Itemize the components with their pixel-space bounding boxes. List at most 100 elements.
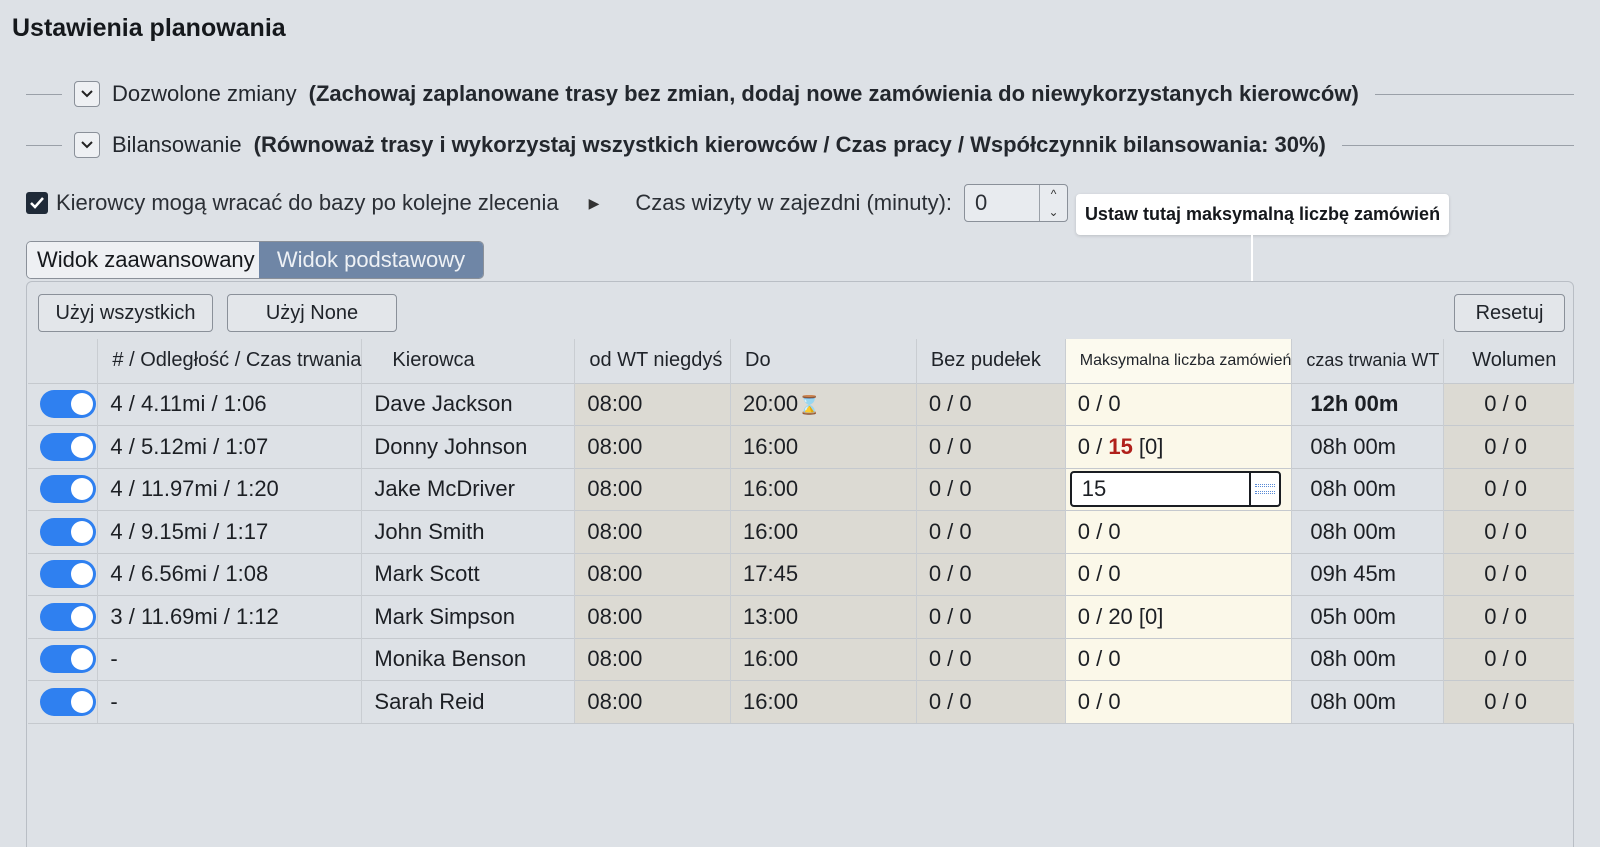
to-cell[interactable]: 16:00 xyxy=(730,637,917,681)
from-cell[interactable]: 08:00 xyxy=(574,425,731,468)
from-cell[interactable]: 08:00 xyxy=(574,510,731,553)
divider xyxy=(1374,93,1574,95)
toggle-cell xyxy=(28,552,98,596)
header-route[interactable]: # / Odległość / Czas trwania xyxy=(97,339,362,383)
table-row: 4 / 5.12mi / 1:07 Donny Johnson 08:00 16… xyxy=(28,425,1574,468)
max-orders-input[interactable]: 15 xyxy=(1069,471,1281,508)
header-no-boxes[interactable]: Bez pudełek xyxy=(915,339,1066,383)
driver-enabled-toggle[interactable] xyxy=(40,602,96,631)
to-cell[interactable]: 16:00 xyxy=(730,680,917,724)
tab-advanced-view[interactable]: Widok zaawansowany xyxy=(27,242,259,278)
from-cell[interactable]: 08:00 xyxy=(574,467,731,511)
no-boxes-cell[interactable]: 0 / 0 xyxy=(915,510,1066,553)
volume-cell[interactable]: 0 / 0 xyxy=(1443,425,1574,468)
driver-enabled-toggle[interactable] xyxy=(40,475,96,504)
from-cell[interactable]: 08:00 xyxy=(574,552,731,596)
driver-cell: John Smith xyxy=(361,510,575,553)
volume-cell[interactable]: 0 / 0 xyxy=(1443,510,1574,553)
no-boxes-cell[interactable]: 0 / 0 xyxy=(915,637,1066,681)
max-orders-limit: 15 xyxy=(1108,433,1133,459)
section-label[interactable]: Dozwolone zmiany xyxy=(112,81,297,107)
volume-cell[interactable]: 0 / 0 xyxy=(1443,467,1574,511)
no-boxes-cell[interactable]: 0 / 0 xyxy=(915,425,1066,468)
caret-right-icon[interactable]: ▶ xyxy=(589,195,600,212)
from-cell[interactable]: 08:00 xyxy=(574,637,731,681)
number-spinner[interactable]: ^ ⌄ xyxy=(1039,185,1067,221)
header-duration[interactable]: czas trwania WT xyxy=(1291,339,1444,383)
driver-enabled-toggle[interactable] xyxy=(40,687,96,716)
chevron-down-icon[interactable]: ⌄ xyxy=(1049,205,1059,219)
divider xyxy=(1341,144,1574,146)
from-cell[interactable]: 08:00 xyxy=(574,680,731,724)
volume-cell[interactable]: 0 / 0 xyxy=(1443,595,1574,638)
driver-enabled-toggle[interactable] xyxy=(40,517,96,546)
driver-enabled-toggle[interactable] xyxy=(40,432,96,461)
max-orders-cell[interactable]: 0 / 0 xyxy=(1064,637,1292,681)
chevron-down-icon[interactable] xyxy=(74,132,100,158)
volume-cell[interactable]: 0 / 0 xyxy=(1443,552,1574,596)
duration-cell: 08h 00m xyxy=(1291,510,1444,553)
max-orders-value: 0 / 0 xyxy=(1077,518,1121,544)
driver-cell: Monika Benson xyxy=(361,637,575,681)
reset-button[interactable]: Resetuj xyxy=(1454,294,1565,332)
volume-cell[interactable]: 0 / 0 xyxy=(1443,680,1574,724)
header-volume[interactable]: Wolumen xyxy=(1443,339,1574,383)
no-boxes-cell[interactable]: 0 / 0 xyxy=(915,382,1066,426)
driver-enabled-toggle[interactable] xyxy=(40,560,96,589)
from-cell[interactable]: 08:00 xyxy=(574,595,731,638)
section-label[interactable]: Bilansowanie xyxy=(112,132,242,158)
max-orders-cell[interactable]: 0 / 0 xyxy=(1064,680,1292,724)
driver-enabled-toggle[interactable] xyxy=(40,645,96,674)
section-detail: (Równoważ trasy i wykorzystaj wszystkich… xyxy=(253,132,1326,157)
header-from[interactable]: od WT niegdyś xyxy=(574,339,731,383)
max-orders-cell[interactable]: 15 xyxy=(1064,467,1292,511)
max-orders-cell[interactable]: 0 / 0 xyxy=(1064,552,1292,596)
no-boxes-cell[interactable]: 0 / 0 xyxy=(915,680,1066,724)
header-to[interactable]: Do xyxy=(730,339,917,383)
no-boxes-cell[interactable]: 0 / 0 xyxy=(915,595,1066,638)
max-orders-tooltip: Ustaw tutaj maksymalną liczbę zamówień xyxy=(1076,194,1449,235)
driver-cell: Sarah Reid xyxy=(361,680,575,724)
max-orders-value: 0 / 0 xyxy=(1077,561,1121,587)
no-boxes-cell[interactable]: 0 / 0 xyxy=(915,552,1066,596)
to-cell[interactable]: 20:00⌛ xyxy=(730,382,917,426)
driver-enabled-toggle[interactable] xyxy=(40,390,96,419)
spinner-grip-icon[interactable] xyxy=(1248,473,1279,506)
route-cell: 4 / 4.11mi / 1:06 xyxy=(97,382,362,426)
to-cell[interactable]: 16:00 xyxy=(730,467,917,511)
return-to-base-checkbox[interactable] xyxy=(26,192,48,214)
no-boxes-cell[interactable]: 0 / 0 xyxy=(915,467,1066,511)
max-orders-cell[interactable]: 0 / 0 xyxy=(1064,382,1292,426)
max-orders-cell[interactable]: 0 / 20 [0] xyxy=(1064,595,1292,638)
route-cell: 4 / 5.12mi / 1:07 xyxy=(97,425,362,468)
chevron-down-icon[interactable] xyxy=(74,81,100,107)
to-cell[interactable]: 17:45 xyxy=(730,552,917,596)
return-to-base-label[interactable]: Kierowcy mogą wracać do bazy po kolejne … xyxy=(56,190,559,216)
divider xyxy=(26,144,62,146)
max-orders-value: 0 / xyxy=(1077,433,1109,459)
volume-cell[interactable]: 0 / 0 xyxy=(1443,637,1574,681)
section-detail: (Zachowaj zaplanowane trasy bez zmian, d… xyxy=(308,81,1359,106)
tab-basic-view[interactable]: Widok podstawowy xyxy=(259,242,483,278)
volume-cell[interactable]: 0 / 0 xyxy=(1443,382,1574,426)
table-row: 4 / 9.15mi / 1:17 John Smith 08:00 16:00… xyxy=(28,510,1574,553)
max-orders-suffix: [0] xyxy=(1132,433,1164,459)
section-allowed-changes: Dozwolone zmiany (Zachowaj zaplanowane t… xyxy=(26,76,1574,112)
use-all-button[interactable]: Użyj wszystkich xyxy=(38,294,213,332)
driver-cell: Jake McDriver xyxy=(361,467,575,511)
toggle-cell xyxy=(28,467,98,511)
max-orders-cell[interactable]: 0 / 0 xyxy=(1064,510,1292,553)
to-cell[interactable]: 16:00 xyxy=(730,510,917,553)
from-cell[interactable]: 08:00 xyxy=(574,382,731,426)
to-cell[interactable]: 13:00 xyxy=(730,595,917,638)
max-orders-value: 0 / 0 xyxy=(1077,688,1121,714)
header-driver[interactable]: Kierowca xyxy=(361,339,575,383)
max-orders-cell[interactable]: 0 / 15 [0] xyxy=(1064,425,1292,468)
use-none-button[interactable]: Użyj None xyxy=(227,294,397,332)
toggle-cell xyxy=(28,510,98,553)
chevron-up-icon[interactable]: ^ xyxy=(1051,187,1057,201)
depot-visit-input[interactable]: 0 ^ ⌄ xyxy=(964,184,1069,222)
header-max-orders[interactable]: Maksymalna liczba zamówień xyxy=(1064,339,1292,383)
table-header-row: # / Odległość / Czas trwania Kierowca od… xyxy=(28,339,1574,383)
to-cell[interactable]: 16:00 xyxy=(730,425,917,468)
